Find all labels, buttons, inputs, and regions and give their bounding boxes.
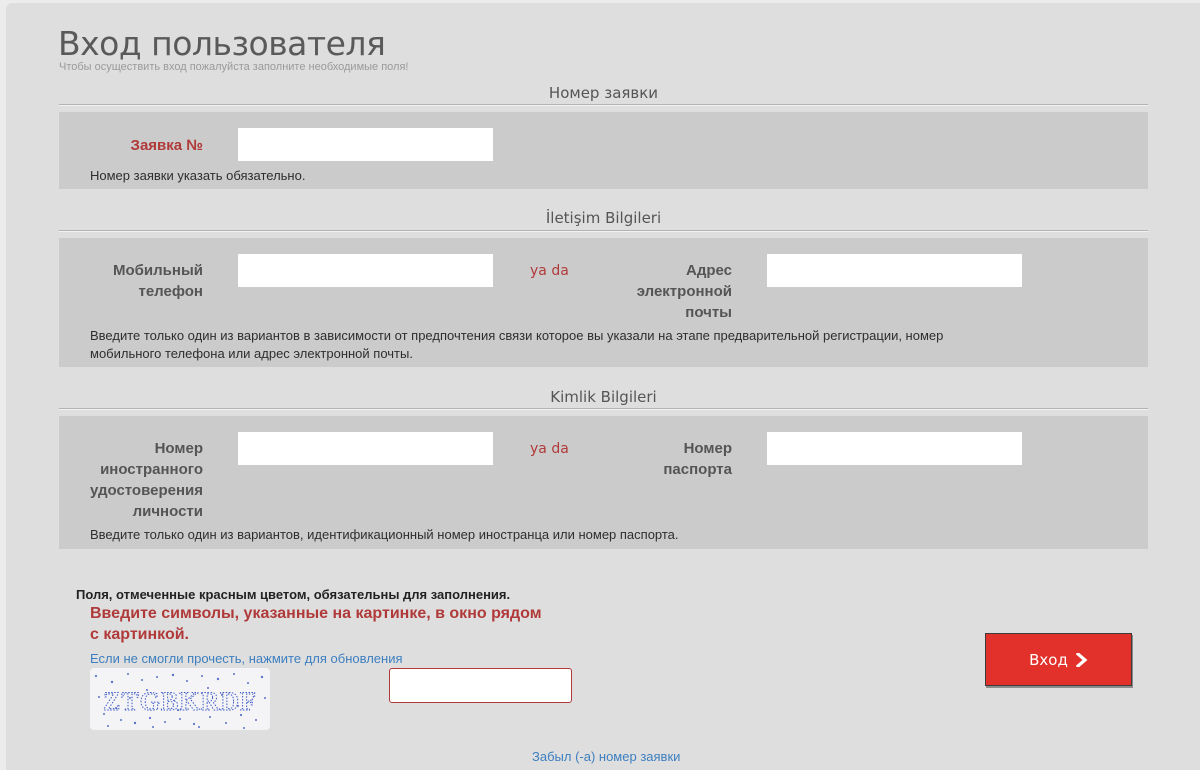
email-input[interactable] — [767, 254, 1022, 287]
mobile-phone-input[interactable] — [238, 254, 493, 287]
passport-input[interactable] — [767, 432, 1022, 465]
divider — [59, 230, 1148, 232]
identity-hint: Введите только один из вариантов, иденти… — [90, 527, 679, 542]
section-title-application: Номер заявки — [548, 84, 659, 102]
mobile-phone-label: Мобильный телефон — [113, 262, 203, 300]
required-fields-note: Поля, отмеченные красным цветом, обязате… — [76, 587, 511, 602]
section-title-contact: İletişim Bilgileri — [545, 209, 662, 227]
application-panel: Заявка № Номер заявки указать обязательн… — [59, 112, 1148, 189]
login-submit-button[interactable]: Вход — [985, 633, 1132, 686]
login-submit-label: Вход — [1029, 650, 1068, 669]
application-number-label: Заявка № — [130, 137, 203, 154]
chevron-right-icon — [1075, 652, 1088, 667]
or-separator: ya da — [530, 263, 569, 279]
captcha-text: ZTGBKRDF — [103, 687, 257, 716]
email-label: Адрес электронной почты — [636, 262, 732, 321]
captcha-refresh-link[interactable]: Если не смогли прочесть, нажмите для обн… — [90, 651, 403, 666]
captcha-image-graphic: ZTGBKRDF — [94, 673, 266, 729]
page-subtitle: Чтобы осуществить вход пожалуйста заполн… — [59, 61, 409, 73]
foreign-id-input[interactable] — [238, 432, 493, 465]
page-title: Вход пользователя — [58, 24, 386, 63]
application-hint: Номер заявки указать обязательно. — [90, 168, 306, 183]
forgot-application-number-link[interactable]: Забыл (-а) номер заявки — [532, 749, 680, 764]
captcha-instruction: Введите символы, указанные на картинке, … — [90, 605, 542, 643]
foreign-id-label: Номер иностранного удостоверения личност… — [89, 440, 203, 520]
captcha-image: ZTGBKRDF — [90, 668, 270, 730]
contact-hint: Введите только один из вариантов в завис… — [90, 328, 944, 361]
contact-panel: Мобильный телефон ya da Адрес электронно… — [59, 238, 1148, 367]
identity-panel: Номер иностранного удостоверения личност… — [59, 416, 1148, 549]
divider — [59, 104, 1148, 106]
application-number-input[interactable] — [238, 128, 493, 161]
or-separator: ya da — [530, 441, 569, 457]
section-title-identity: Kimlik Bilgileri — [550, 388, 657, 406]
passport-label: Номер паспорта — [663, 440, 732, 478]
divider — [59, 408, 1148, 410]
captcha-input[interactable] — [389, 668, 572, 703]
